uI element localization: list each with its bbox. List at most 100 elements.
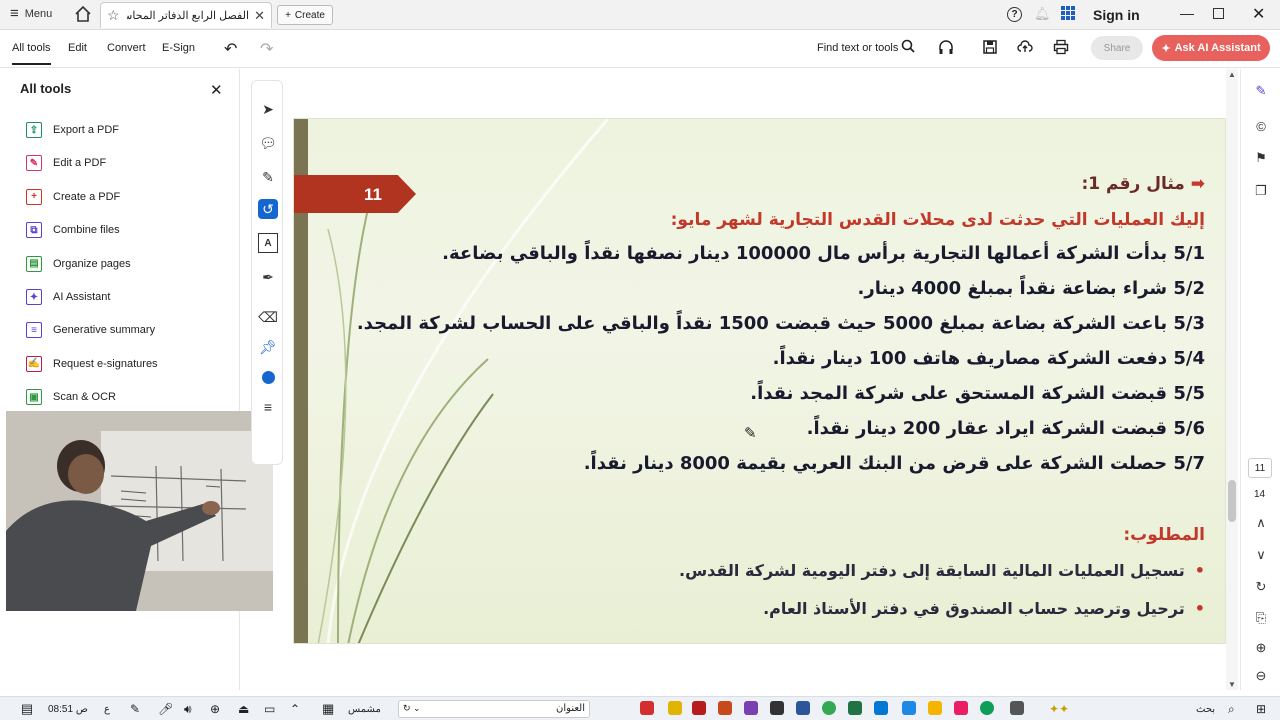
edge-taskbar-icon[interactable]: [980, 701, 994, 715]
share-button[interactable]: Share: [1091, 36, 1143, 60]
upload-cloud-icon[interactable]: [1017, 39, 1033, 55]
find-text-label[interactable]: Find text or tools: [817, 42, 898, 54]
headphones-icon[interactable]: [938, 39, 954, 55]
file-explorer-taskbar-icon[interactable]: [928, 701, 942, 715]
print-icon[interactable]: [1053, 39, 1069, 55]
rotate-icon[interactable]: ↻: [1253, 579, 1269, 595]
sign-in-button[interactable]: Sign in: [1093, 7, 1140, 23]
copilot-icon[interactable]: ✦✦: [1040, 701, 1078, 717]
microphone-icon[interactable]: 🎤︎: [158, 701, 173, 717]
word-taskbar-icon[interactable]: [796, 701, 810, 715]
tray-overflow-icon[interactable]: ⌃: [290, 701, 300, 717]
excel-taskbar-icon[interactable]: [848, 701, 862, 715]
tool-item-label: Export a PDF: [53, 124, 120, 136]
select-cursor-icon[interactable]: ➤: [258, 99, 278, 119]
vertical-scrollbar[interactable]: [1226, 69, 1238, 690]
help-icon[interactable]: ?: [1007, 7, 1022, 22]
color-picker-icon[interactable]: [258, 367, 278, 387]
tool-item-combine-files[interactable]: ⧉ Combine files: [26, 221, 120, 239]
task-view-icon[interactable]: [1010, 701, 1024, 715]
menu-button[interactable]: ≡ Menu: [10, 6, 52, 21]
bullet-icon: •: [1194, 599, 1205, 618]
speaker-icon[interactable]: 🔊︎: [184, 701, 192, 717]
tab-esign[interactable]: E-Sign: [162, 42, 195, 54]
bookmarks-icon[interactable]: ⚑: [1253, 150, 1269, 166]
comments-panel-icon[interactable]: ©: [1253, 118, 1269, 134]
widgets-icon[interactable]: ▦: [322, 701, 334, 717]
search-icon[interactable]: [901, 39, 915, 53]
pen-tray-icon[interactable]: ✎: [130, 701, 140, 717]
search-dropdown-icon[interactable]: ↻ ⌄: [403, 703, 421, 714]
app-taskbar-icon[interactable]: [744, 701, 758, 715]
stroke-width-icon[interactable]: ≡: [258, 397, 278, 417]
tool-item-ai-assistant[interactable]: ✦ AI Assistant: [26, 288, 110, 306]
scroll-down-icon[interactable]: ▼: [1228, 680, 1236, 689]
app-taskbar-icon[interactable]: [874, 701, 888, 715]
tool-item-scan-ocr[interactable]: ▣ Scan & OCR: [26, 388, 116, 406]
pages-thumbnail-icon[interactable]: ❐: [1253, 183, 1269, 199]
ai-summary-icon[interactable]: ✎: [1253, 83, 1269, 99]
request-esignatures-icon: ✍: [26, 355, 42, 372]
comment-icon[interactable]: 💬︎: [258, 133, 278, 153]
notifications-icon[interactable]: ▤: [20, 701, 34, 717]
search-icon[interactable]: ⌕: [1228, 701, 1235, 717]
current-page-field[interactable]: 11: [1248, 458, 1272, 478]
address-search-box[interactable]: العنوان ↻ ⌄: [398, 700, 590, 718]
usb-icon[interactable]: ⏏: [238, 701, 249, 717]
chrome-taskbar-icon[interactable]: [822, 701, 836, 715]
tool-item-create-pdf[interactable]: + Create a PDF: [26, 188, 120, 206]
tool-item-export-pdf[interactable]: ⇪ Export a PDF: [26, 121, 119, 139]
page-up-icon[interactable]: ∧: [1253, 515, 1269, 531]
extract-page-icon[interactable]: ⎘: [1253, 610, 1269, 626]
highlight-pen-icon[interactable]: ✎: [258, 167, 278, 187]
start-icon[interactable]: ⊞: [1256, 701, 1266, 717]
network-icon[interactable]: ⊕: [210, 701, 220, 717]
draw-freehand-icon[interactable]: ↺: [258, 199, 278, 219]
total-pages: 14: [1254, 489, 1266, 500]
page-down-icon[interactable]: ∨: [1253, 547, 1269, 563]
combine-files-icon: ⧉: [26, 222, 42, 239]
battery-icon[interactable]: ▭: [264, 701, 275, 717]
scrollbar-thumb[interactable]: [1228, 480, 1236, 522]
app-taskbar-icon[interactable]: [770, 701, 784, 715]
app-taskbar-icon[interactable]: [692, 701, 706, 715]
taskbar-clock[interactable]: 08:51 ص: [48, 701, 88, 717]
tool-item-generative-summary[interactable]: ≡ Generative summary: [26, 321, 155, 339]
text-box-icon[interactable]: A: [258, 233, 278, 253]
home-icon[interactable]: [74, 5, 92, 23]
document-tab[interactable]: ☆ الفصل الرابع الدفاتر المحاسبية.. ✕: [100, 2, 272, 28]
app-taskbar-icon[interactable]: [902, 701, 916, 715]
close-tab-icon[interactable]: ✕: [254, 8, 265, 24]
taskbar-search-label[interactable]: بحث: [1196, 701, 1215, 717]
undo-icon[interactable]: ↶: [224, 39, 237, 59]
tab-edit[interactable]: Edit: [68, 42, 87, 54]
redo-icon[interactable]: ↷: [260, 39, 273, 59]
bell-icon[interactable]: 🔔︎: [1034, 6, 1051, 22]
close-panel-icon[interactable]: ✕: [210, 81, 223, 99]
language-indicator[interactable]: ع: [104, 701, 110, 717]
pin-icon[interactable]: 📌︎: [258, 337, 278, 357]
ask-ai-assistant-button[interactable]: ✦ Ask AI Assistant: [1152, 35, 1270, 61]
tab-all-tools[interactable]: All tools: [12, 42, 51, 65]
window-close-icon[interactable]: ✕: [1252, 4, 1265, 24]
app-taskbar-icon[interactable]: [668, 701, 682, 715]
tab-convert[interactable]: Convert: [107, 42, 146, 54]
tool-item-request-esignatures[interactable]: ✍ Request e-signatures: [26, 355, 158, 373]
maximize-icon[interactable]: [1213, 8, 1224, 19]
scroll-up-icon[interactable]: ▲: [1228, 70, 1236, 79]
star-icon[interactable]: ☆: [107, 7, 120, 24]
zoom-in-icon[interactable]: ⊕: [1253, 640, 1269, 656]
create-button[interactable]: + Create: [277, 5, 333, 25]
zoom-out-icon[interactable]: ⊖: [1253, 668, 1269, 684]
app-taskbar-icon[interactable]: [954, 701, 968, 715]
minimize-icon[interactable]: —: [1180, 5, 1194, 21]
weather-label[interactable]: مشمس: [348, 701, 381, 717]
tool-item-organize-pages[interactable]: ▤ Organize pages: [26, 255, 131, 273]
eraser-icon[interactable]: ⌫: [258, 307, 278, 327]
save-icon[interactable]: [982, 39, 998, 55]
powerpoint-taskbar-icon[interactable]: [718, 701, 732, 715]
fill-sign-icon[interactable]: ✒: [258, 267, 278, 287]
acrobat-taskbar-icon[interactable]: [640, 701, 654, 715]
apps-grid-icon[interactable]: [1061, 6, 1075, 20]
tool-item-edit-pdf[interactable]: ✎ Edit a PDF: [26, 154, 106, 172]
